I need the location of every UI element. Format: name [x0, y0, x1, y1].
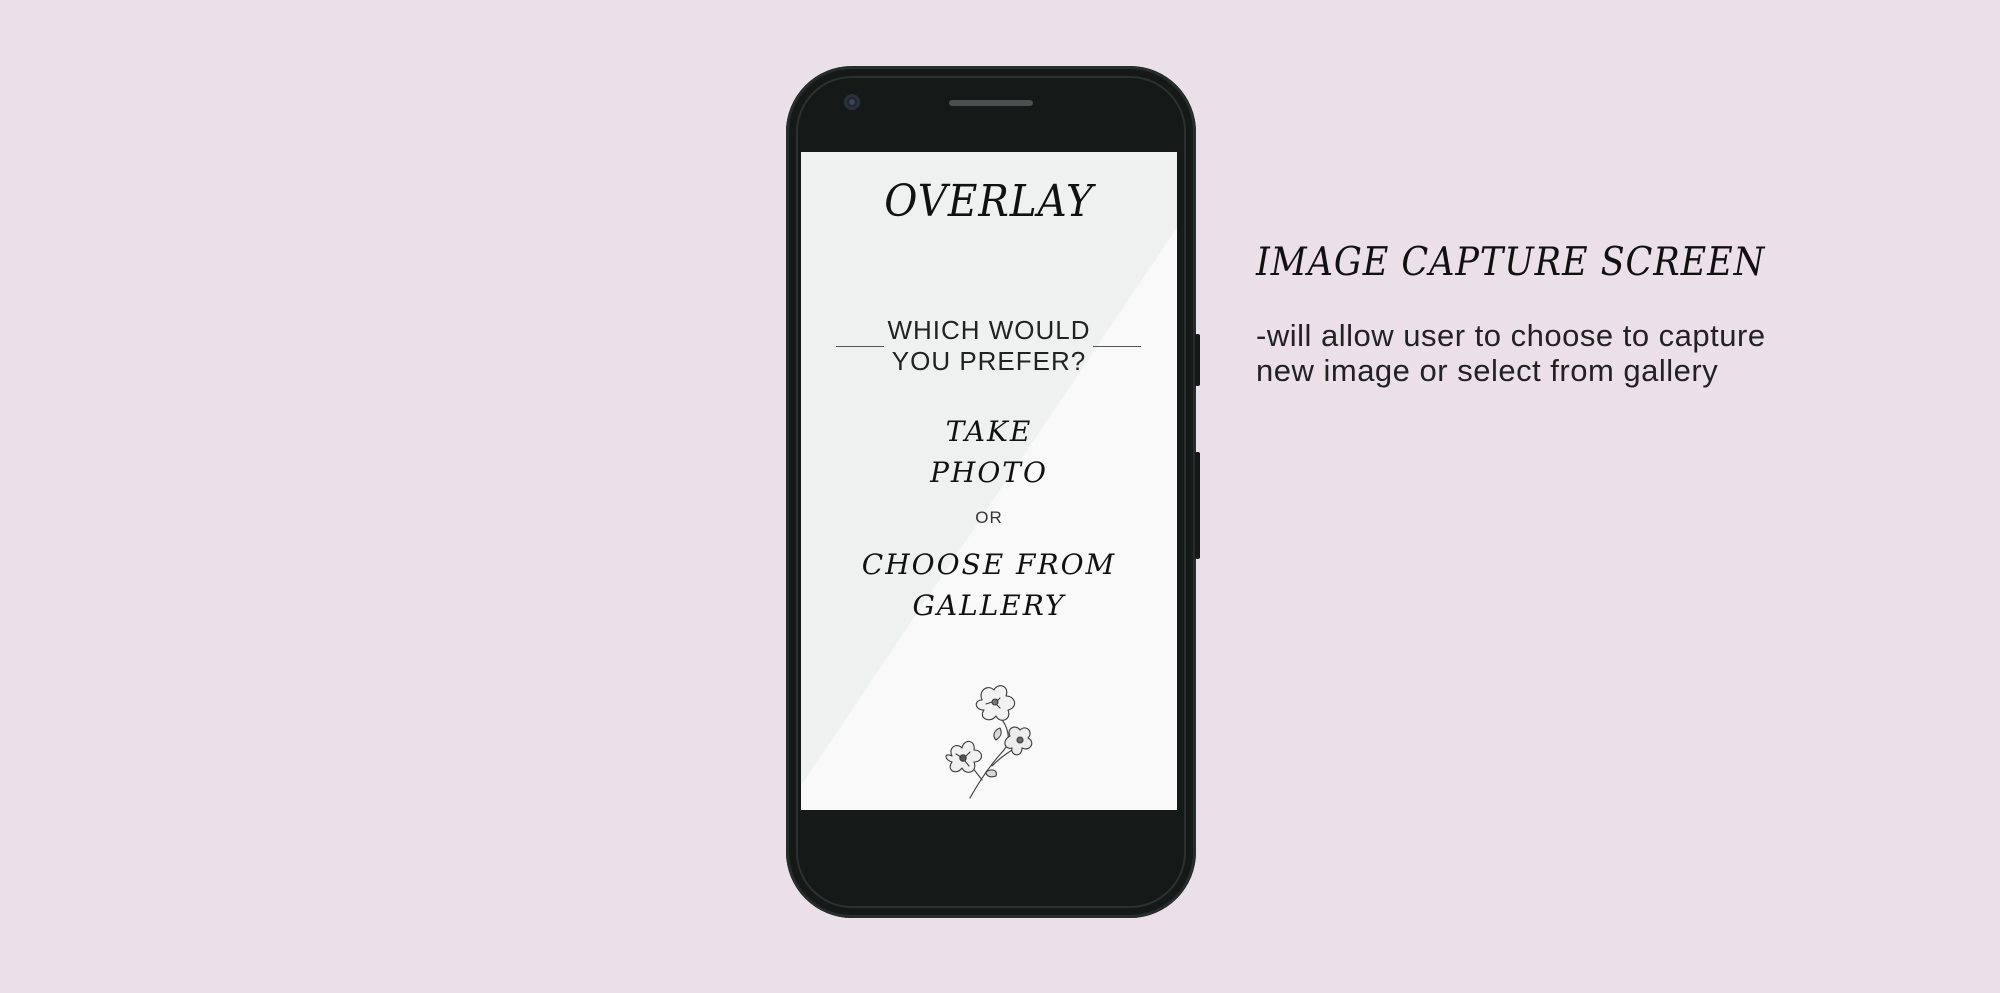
prompt-line-2: YOU PREFER? — [891, 346, 1087, 376]
volume-button — [1195, 452, 1200, 559]
front-camera-icon — [844, 94, 860, 110]
annotation-title: IMAGE CAPTURE SCREEN — [1256, 240, 1766, 285]
power-button — [1195, 334, 1200, 386]
take-photo-button[interactable]: TAKE PHOTO — [801, 411, 1177, 493]
choose-from-gallery-button[interactable]: CHOOSE FROM GALLERY — [801, 544, 1177, 626]
earpiece-speaker — [949, 100, 1033, 106]
annotation-description-line-2: new image or select from gallery — [1256, 353, 1719, 388]
prompt-text: WHICH WOULD YOU PREFER? — [801, 315, 1177, 377]
app-title: OVERLAY — [884, 176, 1094, 227]
take-photo-line-1: TAKE — [945, 415, 1033, 448]
prompt-line-1: WHICH WOULD — [887, 315, 1091, 345]
annotation-description-line-1: -will allow user to choose to capture — [1256, 318, 1766, 353]
take-photo-line-2: PHOTO — [930, 456, 1048, 489]
phone-mockup: OVERLAY WHICH WOULD YOU PREFER? TAKE PHO… — [786, 66, 1200, 918]
flower-sketch-icon — [945, 685, 1033, 799]
or-divider: OR — [975, 508, 1003, 527]
gallery-line-2: GALLERY — [912, 589, 1066, 622]
phone-screen: OVERLAY WHICH WOULD YOU PREFER? TAKE PHO… — [801, 152, 1177, 810]
annotation-description: -will allow user to choose to capture ne… — [1256, 318, 1816, 388]
gallery-line-1: CHOOSE FROM — [861, 548, 1117, 581]
